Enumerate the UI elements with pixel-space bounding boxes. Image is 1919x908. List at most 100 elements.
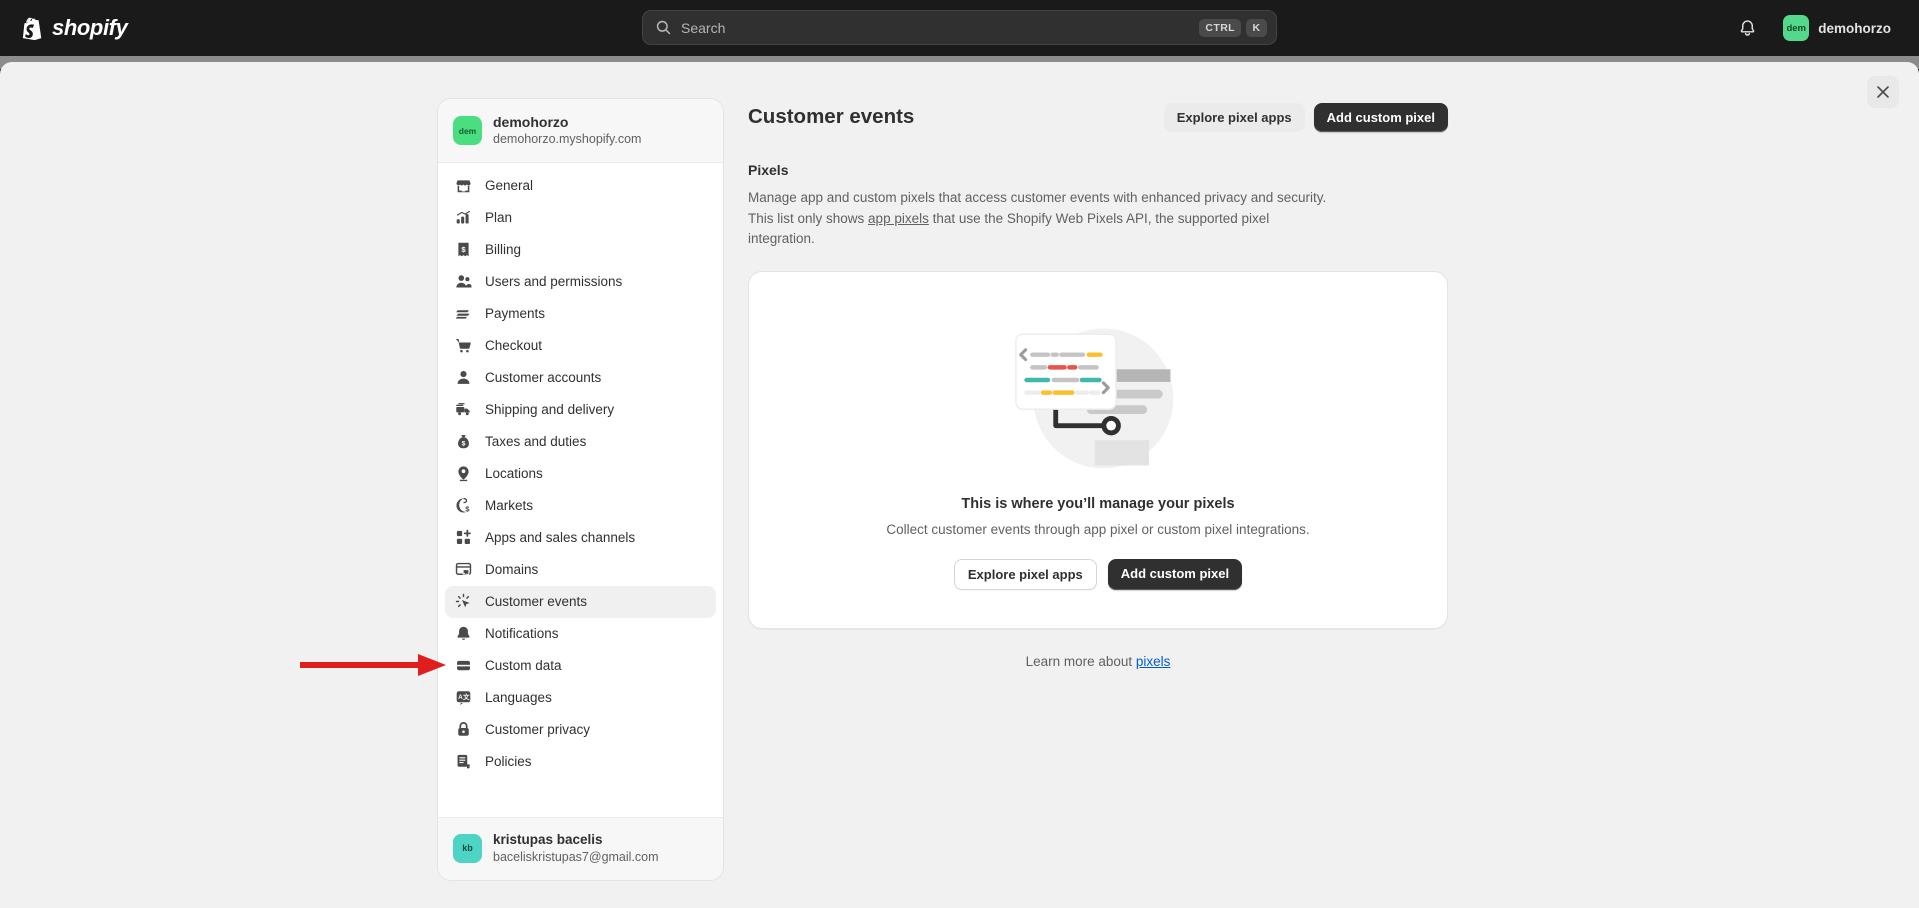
kbd-ctrl: CTRL	[1199, 19, 1241, 37]
database-icon	[454, 657, 472, 675]
svg-text:文: 文	[461, 692, 469, 701]
learn-more-text: Learn more about	[1026, 654, 1136, 669]
learn-more-footer: Learn more about pixels	[748, 654, 1448, 669]
domain-window-icon	[454, 561, 472, 579]
sidebar-item-domains[interactable]: Domains	[445, 554, 716, 586]
search-placeholder: Search	[681, 20, 1199, 36]
sidebar-item-customer-events[interactable]: Customer events	[445, 586, 716, 618]
account-name: kristupas bacelis	[493, 831, 659, 849]
sidebar-item-label: Customer privacy	[485, 722, 590, 737]
shop-domain: demohorzo.myshopify.com	[493, 131, 641, 149]
sidebar-item-checkout[interactable]: Checkout	[445, 330, 716, 362]
policy-doc-icon	[454, 753, 472, 771]
settings-nav-list: General Plan $ Billing Users and permiss…	[438, 163, 723, 817]
bar-chart-icon	[454, 209, 472, 227]
sidebar-item-notifications[interactable]: Notifications	[445, 618, 716, 650]
sidebar-item-label: Billing	[485, 242, 521, 257]
account-footer[interactable]: kb kristupas bacelis baceliskristupas7@g…	[438, 817, 723, 880]
avatar: dem	[1783, 15, 1809, 41]
settings-sidebar: dem demohorzo demohorzo.myshopify.com Ge…	[437, 98, 724, 881]
sidebar-item-label: Notifications	[485, 626, 559, 641]
svg-text:$: $	[465, 505, 470, 514]
sidebar-item-label: Taxes and duties	[485, 434, 586, 449]
sidebar-item-label: Customer accounts	[485, 370, 601, 385]
people-icon	[454, 273, 472, 291]
top-bar-right: dem demohorzo	[1731, 0, 1899, 56]
sidebar-item-label: Plan	[485, 210, 512, 225]
user-name: demohorzo	[1818, 21, 1891, 36]
empty-state-actions: Explore pixel apps Add custom pixel	[954, 559, 1242, 590]
sidebar-item-markets[interactable]: $ Markets	[445, 490, 716, 522]
receipt-dollar-icon: $	[454, 241, 472, 259]
cart-icon	[454, 337, 472, 355]
sidebar-item-shipping-and-delivery[interactable]: Shipping and delivery	[445, 394, 716, 426]
page-header: Customer events Explore pixel apps Add c…	[748, 98, 1448, 136]
search-icon	[655, 19, 672, 36]
sidebar-item-users-and-permissions[interactable]: Users and permissions	[445, 266, 716, 298]
kbd-k: K	[1246, 19, 1267, 37]
apps-grid-plus-icon	[454, 529, 472, 547]
globe-dollar-icon: $	[454, 497, 472, 515]
close-button[interactable]	[1867, 76, 1899, 108]
person-icon	[454, 369, 472, 387]
bell-icon	[454, 625, 472, 643]
pixels-link[interactable]: pixels	[1136, 654, 1171, 669]
sidebar-item-apps-and-sales-channels[interactable]: Apps and sales channels	[445, 522, 716, 554]
payments-icon	[454, 305, 472, 323]
sidebar-item-label: Checkout	[485, 338, 542, 353]
sidebar-item-billing[interactable]: $ Billing	[445, 234, 716, 266]
sidebar-item-general[interactable]: General	[445, 170, 716, 202]
sidebar-item-custom-data[interactable]: Custom data	[445, 650, 716, 682]
sidebar-item-languages[interactable]: A文 Languages	[445, 682, 716, 714]
location-pin-icon	[454, 465, 472, 483]
search-input[interactable]: Search CTRL K	[642, 10, 1277, 45]
translate-icon: A文	[454, 689, 472, 707]
tax-money-bag-icon: $	[454, 433, 472, 451]
sidebar-item-label: Apps and sales channels	[485, 530, 635, 545]
empty-state-title: This is where you’ll manage your pixels	[961, 496, 1234, 512]
notifications-button[interactable]	[1731, 12, 1763, 44]
sidebar-item-customer-privacy[interactable]: Customer privacy	[445, 714, 716, 746]
bell-icon	[1738, 19, 1757, 38]
customer-events-icon	[454, 593, 472, 611]
settings-modal-sheet: dem demohorzo demohorzo.myshopify.com Ge…	[0, 62, 1919, 908]
store-icon	[454, 177, 472, 195]
explore-pixel-apps-button[interactable]: Explore pixel apps	[1164, 103, 1305, 132]
lock-icon	[454, 721, 472, 739]
sidebar-item-customer-accounts[interactable]: Customer accounts	[445, 362, 716, 394]
sidebar-item-plan[interactable]: Plan	[445, 202, 716, 234]
page-title: Customer events	[748, 105, 1164, 129]
sidebar-item-label: Locations	[485, 466, 543, 481]
shop-header[interactable]: dem demohorzo demohorzo.myshopify.com	[438, 99, 723, 163]
account-avatar: kb	[453, 834, 482, 863]
app-pixels-link[interactable]: app pixels	[868, 211, 929, 226]
sidebar-item-locations[interactable]: Locations	[445, 458, 716, 490]
empty-add-custom-pixel-button[interactable]: Add custom pixel	[1108, 559, 1242, 590]
shopify-logo[interactable]: shopify	[22, 15, 127, 41]
shop-name: demohorzo	[493, 113, 641, 131]
sidebar-item-label: General	[485, 178, 533, 193]
sidebar-item-label: Users and permissions	[485, 274, 622, 289]
sidebar-item-label: Languages	[485, 690, 552, 705]
add-custom-pixel-button[interactable]: Add custom pixel	[1314, 103, 1448, 132]
sidebar-item-label: Domains	[485, 562, 538, 577]
sidebar-item-policies[interactable]: Policies	[445, 746, 716, 778]
truck-icon	[454, 401, 472, 419]
empty-explore-pixel-apps-button[interactable]: Explore pixel apps	[954, 559, 1097, 590]
header-actions: Explore pixel apps Add custom pixel	[1164, 103, 1448, 132]
sidebar-item-label: Markets	[485, 498, 533, 513]
sidebar-item-payments[interactable]: Payments	[445, 298, 716, 330]
annotation-arrow	[298, 652, 450, 678]
pixels-empty-state-card: This is where you’ll manage your pixels …	[748, 271, 1448, 629]
sidebar-item-label: Custom data	[485, 658, 562, 673]
sidebar-item-taxes-and-duties[interactable]: $ Taxes and duties	[445, 426, 716, 458]
top-bar: shopify Search CTRL K dem demohorzo	[0, 0, 1919, 56]
section-title: Pixels	[748, 162, 1448, 178]
pixel-events-illustration	[1011, 309, 1186, 484]
user-menu-button[interactable]: dem demohorzo	[1779, 11, 1899, 45]
close-icon	[1876, 85, 1890, 99]
brand-name: shopify	[52, 15, 127, 41]
account-email: baceliskristupas7@gmail.com	[493, 849, 659, 867]
main-content: Customer events Explore pixel apps Add c…	[748, 98, 1448, 669]
sidebar-item-label: Shipping and delivery	[485, 402, 614, 417]
